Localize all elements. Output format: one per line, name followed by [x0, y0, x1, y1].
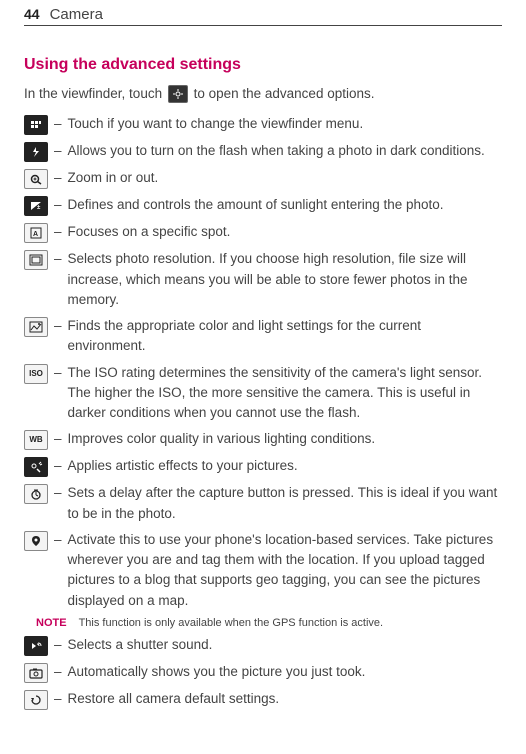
intro-before: In the viewfinder, touch	[24, 86, 166, 101]
setting-description: Defines and controls the amount of sunli…	[68, 195, 502, 215]
setting-row: –Selects photo resolution. If you choose…	[24, 249, 502, 310]
dash: –	[54, 114, 62, 134]
exposure-icon: ±	[24, 196, 48, 216]
review-icon	[24, 663, 48, 683]
dash: –	[54, 141, 62, 161]
geo-icon	[24, 531, 48, 551]
dash: –	[54, 222, 62, 242]
dash: –	[54, 530, 62, 550]
setting-description: Sets a delay after the capture button is…	[68, 483, 502, 524]
setting-description: Zoom in or out.	[68, 168, 502, 188]
setting-description: Allows you to turn on the flash when tak…	[68, 141, 502, 161]
setting-description: Restore all camera default settings.	[68, 689, 502, 709]
setting-row: ISO–The ISO rating determines the sensit…	[24, 363, 502, 424]
setting-row: –Zoom in or out.	[24, 168, 502, 189]
setting-row: –Selects a shutter sound.	[24, 635, 502, 656]
note-text: This function is only available when the…	[79, 617, 384, 629]
timer-icon	[24, 484, 48, 504]
note-row: NOTE This function is only available whe…	[36, 617, 502, 629]
setting-description: The ISO rating determines the sensitivit…	[68, 363, 502, 424]
section-title: Using the advanced settings	[24, 56, 502, 74]
intro-after: to open the advanced options.	[190, 86, 375, 101]
setting-description: Applies artistic effects to your picture…	[68, 456, 502, 476]
setting-row: –Automatically shows you the picture you…	[24, 662, 502, 683]
grid-icon	[24, 115, 48, 135]
reset-icon	[24, 690, 48, 710]
iso-icon: ISO	[24, 364, 48, 384]
svg-text:A: A	[33, 231, 38, 238]
setting-description: Activate this to use your phone's locati…	[68, 530, 502, 611]
setting-description: Selects a shutter sound.	[68, 635, 502, 655]
setting-row: –Finds the appropriate color and light s…	[24, 316, 502, 357]
page-number: 44	[24, 6, 40, 22]
effects-icon	[24, 457, 48, 477]
shutter-icon	[24, 636, 48, 656]
setting-row: –Activate this to use your phone's locat…	[24, 530, 502, 611]
dash: –	[54, 363, 62, 383]
page-header: 44 Camera	[24, 0, 502, 26]
setting-description: Focuses on a specific spot.	[68, 222, 502, 242]
setting-row: –Sets a delay after the capture button i…	[24, 483, 502, 524]
dash: –	[54, 483, 62, 503]
setting-row: ±–Defines and controls the amount of sun…	[24, 195, 502, 216]
flash-icon	[24, 142, 48, 162]
wb-icon: WB	[24, 430, 48, 450]
dash: –	[54, 456, 62, 476]
setting-row: A –Focuses on a specific spot.	[24, 222, 502, 243]
note-label: NOTE	[36, 617, 67, 629]
intro-line: In the viewfinder, touch to open the adv…	[24, 84, 502, 104]
gear-icon	[168, 85, 188, 103]
setting-description: Finds the appropriate color and light se…	[68, 316, 502, 357]
setting-row: –Restore all camera default settings.	[24, 689, 502, 710]
setting-row: –Touch if you want to change the viewfin…	[24, 114, 502, 135]
setting-row: –Applies artistic effects to your pictur…	[24, 456, 502, 477]
dash: –	[54, 635, 62, 655]
dash: –	[54, 662, 62, 682]
setting-row: –Allows you to turn on the flash when ta…	[24, 141, 502, 162]
scene-icon	[24, 317, 48, 337]
resolution-icon	[24, 250, 48, 270]
setting-description: Automatically shows you the picture you …	[68, 662, 502, 682]
dash: –	[54, 168, 62, 188]
setting-description: Improves color quality in various lighti…	[68, 429, 502, 449]
dash: –	[54, 316, 62, 336]
focus-icon: A	[24, 223, 48, 243]
dash: –	[54, 689, 62, 709]
dash: –	[54, 249, 62, 269]
setting-description: Touch if you want to change the viewfind…	[68, 114, 502, 134]
setting-description: Selects photo resolution. If you choose …	[68, 249, 502, 310]
dash: –	[54, 195, 62, 215]
zoom-icon	[24, 169, 48, 189]
dash: –	[54, 429, 62, 449]
chapter-title: Camera	[50, 6, 103, 23]
setting-row: WB–Improves color quality in various lig…	[24, 429, 502, 450]
